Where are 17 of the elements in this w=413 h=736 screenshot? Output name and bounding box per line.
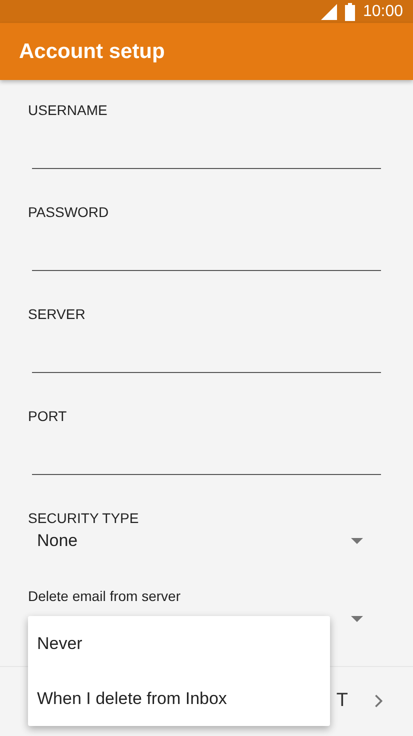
caret-icon bbox=[351, 538, 363, 544]
next-button[interactable]: T bbox=[332, 682, 387, 720]
caret-icon bbox=[351, 616, 363, 622]
field-label: PORT bbox=[28, 408, 68, 424]
field-label: PASSWORD bbox=[28, 204, 110, 220]
status-time: 10:00 bbox=[362, 2, 403, 21]
menu-option[interactable]: Never bbox=[28, 616, 330, 671]
signal-icon bbox=[320, 4, 337, 20]
chevron-right-icon bbox=[374, 694, 383, 708]
security-type-dropdown[interactable]: None bbox=[28, 526, 381, 556]
app-bar-title: Account setup bbox=[19, 40, 165, 64]
field-label: USERNAME bbox=[28, 102, 108, 118]
field-label: Delete email from server bbox=[28, 588, 182, 604]
field-label: SECURITY TYPE bbox=[28, 510, 140, 526]
field-label: SERVER bbox=[28, 306, 86, 322]
battery-icon bbox=[344, 2, 355, 21]
menu-option[interactable]: When I delete from Inbox bbox=[28, 671, 330, 726]
